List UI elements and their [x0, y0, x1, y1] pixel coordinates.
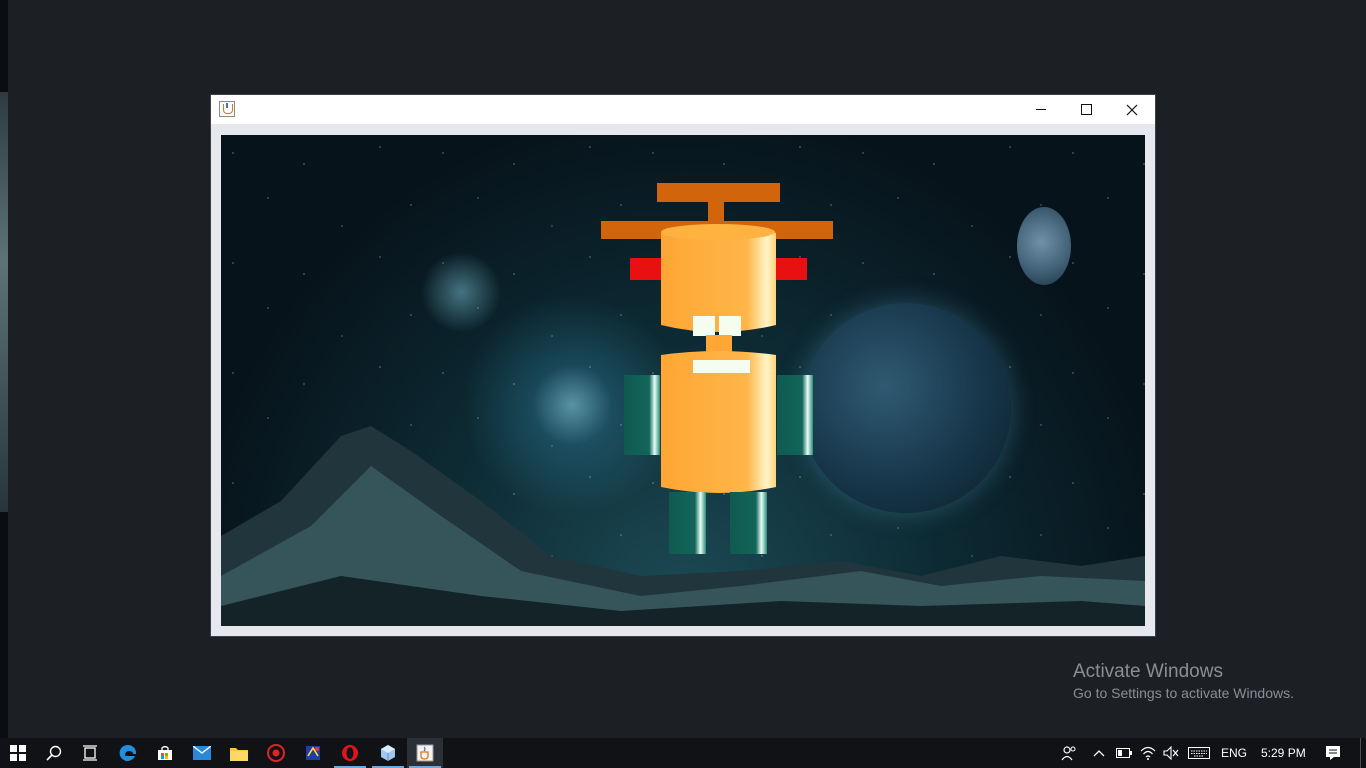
scene-canvas[interactable]	[221, 135, 1145, 626]
robot-eye-right	[719, 316, 741, 336]
edge-icon	[119, 744, 137, 761]
robot-head	[661, 225, 776, 332]
show-hidden-icons-button[interactable]	[1086, 738, 1112, 768]
cube-app-button[interactable]	[370, 738, 406, 768]
close-button[interactable]	[1109, 95, 1155, 124]
volume-button[interactable]	[1159, 738, 1183, 768]
blue-app-button[interactable]	[295, 738, 331, 768]
window-titlebar[interactable]	[211, 95, 1155, 124]
minimize-icon	[1036, 109, 1046, 110]
robot-propeller-shaft	[708, 200, 724, 223]
touch-keyboard-button[interactable]	[1184, 738, 1214, 768]
activation-watermark: Activate Windows Go to Settings to activ…	[1073, 660, 1294, 703]
people-icon	[1061, 746, 1076, 761]
wifi-icon	[1140, 746, 1156, 760]
chevron-up-icon	[1093, 750, 1105, 757]
robot-leg-right	[730, 492, 767, 554]
robot-arm-left	[624, 375, 660, 455]
speaker-muted-icon	[1163, 746, 1179, 760]
background-window-sliver	[0, 92, 8, 512]
edge-button[interactable]	[110, 738, 146, 768]
robot-neck	[706, 335, 732, 353]
java-app-icon	[416, 744, 434, 762]
robot-leg-left	[669, 492, 706, 554]
minimize-button[interactable]	[1018, 95, 1064, 124]
maximize-icon	[1080, 104, 1092, 115]
show-desktop-button[interactable]	[1360, 738, 1361, 768]
opera-icon	[342, 745, 358, 761]
notification-icon	[1326, 746, 1340, 760]
people-button[interactable]	[1052, 738, 1086, 768]
opera-button[interactable]	[332, 738, 368, 768]
java-app-button[interactable]	[407, 738, 443, 768]
taskbar: ENG 5:29 PM	[0, 738, 1366, 768]
activation-title: Activate Windows	[1073, 661, 1223, 682]
background-window-edge	[0, 0, 8, 738]
red-circle-app-icon	[267, 744, 285, 762]
java-coffee-cup-icon[interactable]	[219, 101, 235, 117]
robot-ear-right	[773, 258, 807, 280]
blue-app-icon	[306, 746, 320, 760]
maximize-button[interactable]	[1063, 95, 1109, 124]
search-icon	[46, 745, 62, 761]
keyboard-icon	[1188, 747, 1210, 759]
action-center-button[interactable]	[1316, 738, 1350, 768]
robot-arm-right	[777, 375, 813, 455]
robot-propeller-top	[657, 183, 780, 202]
battery-icon	[1116, 748, 1132, 758]
task-view-button[interactable]	[72, 738, 108, 768]
robot-mouth	[693, 360, 750, 373]
wifi-button[interactable]	[1136, 738, 1160, 768]
java-app-window	[211, 95, 1155, 636]
windows-logo-icon	[10, 745, 26, 761]
input-language[interactable]: ENG	[1221, 738, 1247, 768]
start-button[interactable]	[0, 738, 36, 768]
clock-time[interactable]: 5:29 PM	[1261, 738, 1306, 768]
battery-button[interactable]	[1112, 738, 1136, 768]
mail-icon	[193, 746, 211, 760]
store-button[interactable]	[147, 738, 183, 768]
folder-icon	[230, 747, 248, 761]
red-app-button[interactable]	[258, 738, 294, 768]
robot	[601, 183, 833, 554]
mail-button[interactable]	[184, 738, 220, 768]
search-button[interactable]	[36, 738, 72, 768]
store-icon	[158, 745, 172, 760]
robot-eye-left	[693, 316, 715, 336]
robot-head-top	[661, 224, 775, 240]
robot-ear-left	[630, 258, 664, 280]
file-explorer-button[interactable]	[221, 738, 257, 768]
activation-subtitle: Go to Settings to activate Windows.	[1073, 685, 1294, 701]
cube-app-icon	[381, 745, 395, 761]
close-icon	[1126, 104, 1138, 115]
task-view-icon	[83, 745, 97, 761]
